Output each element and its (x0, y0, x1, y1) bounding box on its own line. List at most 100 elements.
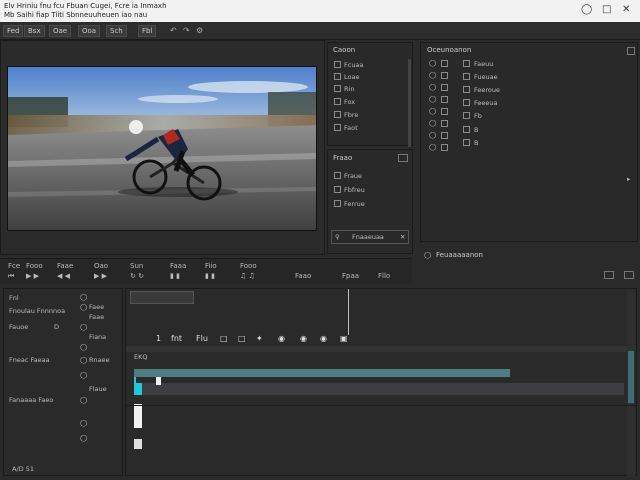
transport-label-10[interactable]: Fpaa (342, 272, 359, 280)
source-item[interactable]: Fcuaa (344, 61, 363, 69)
transport-label-5[interactable]: Sun (130, 262, 143, 270)
collapse-icon[interactable]: ▸ (627, 175, 630, 183)
checkbox[interactable] (441, 84, 448, 91)
media-left-item[interactable]: Fanaaaa Faeo (9, 396, 53, 404)
effect-item[interactable]: Fraue (344, 172, 362, 180)
timeline-tool-2[interactable]: fnt (171, 334, 182, 343)
loop-icon[interactable]: ↻ ↻ (130, 272, 144, 280)
play-icon[interactable]: ▶ ▶ (26, 272, 39, 280)
checkbox[interactable] (441, 96, 448, 103)
transport-label-2[interactable]: Fooo (26, 262, 43, 270)
timeline-scrollbar[interactable] (627, 289, 635, 477)
minimize-icon[interactable]: ◯ (581, 4, 592, 15)
project-item[interactable]: Feeroue (474, 86, 500, 94)
menu-sequence[interactable]: Sch (106, 25, 127, 37)
transport-label-3[interactable]: Faae (57, 262, 73, 270)
slip-tool-icon[interactable]: ◉ (278, 334, 285, 343)
trim-tool-icon[interactable]: □ (238, 334, 246, 343)
checkbox-9[interactable] (334, 200, 341, 207)
video-preview[interactable] (7, 66, 317, 231)
playhead[interactable] (348, 289, 349, 335)
checkbox[interactable] (441, 144, 448, 151)
checkbox-2[interactable] (334, 73, 341, 80)
link-tool-icon[interactable]: ▣ (340, 334, 348, 343)
menu-edit[interactable]: Bsx (24, 25, 45, 37)
step-forward-icon[interactable]: ▶ ▶ (94, 272, 107, 280)
audio-icon[interactable]: ♫ ♫ (240, 272, 255, 280)
menu-help[interactable]: Fbl (138, 25, 157, 37)
transport-label-4[interactable]: Oao (94, 262, 108, 270)
timeline-ruler[interactable] (126, 346, 636, 352)
timeline-tool-3[interactable]: Flu (196, 334, 208, 343)
checkbox-5[interactable] (334, 111, 341, 118)
media-row[interactable]: Fiana (89, 333, 106, 341)
select-tool-icon[interactable]: □ (220, 334, 228, 343)
snap-tool-icon[interactable]: ◉ (320, 334, 327, 343)
step-back-icon[interactable]: ◀ ◀ (57, 272, 70, 280)
export-icon[interactable] (604, 271, 614, 279)
audio-clip[interactable] (134, 439, 142, 449)
media-row[interactable]: Rnaee (89, 356, 110, 364)
checkbox[interactable] (463, 139, 470, 146)
checkbox[interactable] (463, 112, 470, 119)
scrollbar[interactable] (408, 59, 411, 147)
project-item[interactable]: Feeeua (474, 99, 497, 107)
project-item[interactable]: Faeuu (474, 60, 493, 68)
transport-label-6[interactable]: Faaa (170, 262, 186, 270)
project-item[interactable]: Fueuae (474, 73, 498, 81)
checkbox[interactable] (441, 132, 448, 139)
checkbox-7[interactable] (334, 172, 341, 179)
fullscreen-icon[interactable] (624, 271, 634, 279)
transport-label-1[interactable]: Fce (8, 262, 20, 270)
audio-track[interactable] (134, 383, 624, 395)
rewind-icon[interactable]: ⏮ (8, 272, 14, 281)
checkbox-4[interactable] (334, 98, 341, 105)
menu-clip[interactable]: Ooa (78, 25, 101, 37)
panel-close-icon[interactable] (627, 47, 635, 55)
menu-file[interactable]: Fed (3, 25, 24, 37)
checkbox[interactable] (463, 99, 470, 106)
source-item[interactable]: Fox (344, 98, 355, 106)
media-left-item[interactable]: D (54, 323, 59, 331)
scrollbar-thumb[interactable] (628, 351, 634, 403)
track-selection[interactable] (134, 383, 142, 395)
source-item[interactable]: Rin (344, 85, 354, 93)
checkbox-3[interactable] (334, 85, 341, 92)
maximize-icon[interactable]: □ (602, 4, 611, 15)
transport-label-9[interactable]: Faao (295, 272, 311, 280)
checkbox[interactable] (463, 60, 470, 67)
mark-out-icon[interactable]: ▮ ▮ (205, 272, 215, 280)
source-item[interactable]: Loae (344, 73, 359, 81)
media-row[interactable]: Faee (89, 303, 104, 311)
close-icon[interactable]: ✕ (400, 233, 405, 241)
checkbox[interactable] (463, 126, 470, 133)
transport-label-8[interactable]: Fooo (240, 262, 257, 270)
panel-menu-icon[interactable] (398, 154, 408, 162)
media-row[interactable]: Faae (89, 313, 104, 321)
source-item[interactable]: Fbre (344, 111, 358, 119)
checkbox-8[interactable] (334, 186, 341, 193)
media-left-item[interactable]: Fneac Faeaa (9, 356, 50, 364)
razor-tool-icon[interactable]: ✦ (256, 334, 263, 343)
undo-icon[interactable]: ↶ (170, 26, 177, 35)
redo-icon[interactable]: ↷ (183, 26, 190, 35)
transport-label-7[interactable]: Fiio (205, 262, 217, 270)
media-row[interactable]: Flaue (89, 385, 107, 393)
effect-item[interactable]: Fbfreu (344, 186, 365, 194)
menu-view[interactable]: Oae (49, 25, 72, 37)
project-item[interactable]: B (474, 139, 478, 147)
checkbox[interactable] (441, 72, 448, 79)
video-clip-track[interactable] (134, 369, 510, 377)
project-item[interactable]: Fb (474, 112, 482, 120)
checkbox-1[interactable] (334, 61, 341, 68)
timeline-tool-1[interactable]: 1 (156, 334, 161, 343)
transport-label-11[interactable]: Fllo (378, 272, 390, 280)
checkbox[interactable] (463, 86, 470, 93)
effects-search[interactable]: ⚲ Fnaaeuaa ✕ (331, 230, 409, 244)
effect-item[interactable]: Ferrue (344, 200, 365, 208)
circle-icon[interactable]: ◯ (80, 293, 87, 301)
checkbox[interactable] (441, 108, 448, 115)
playhead-handle[interactable] (156, 377, 161, 385)
mark-in-icon[interactable]: ▮ ▮ (170, 272, 180, 280)
settings-icon[interactable]: ⚙ (196, 26, 203, 35)
